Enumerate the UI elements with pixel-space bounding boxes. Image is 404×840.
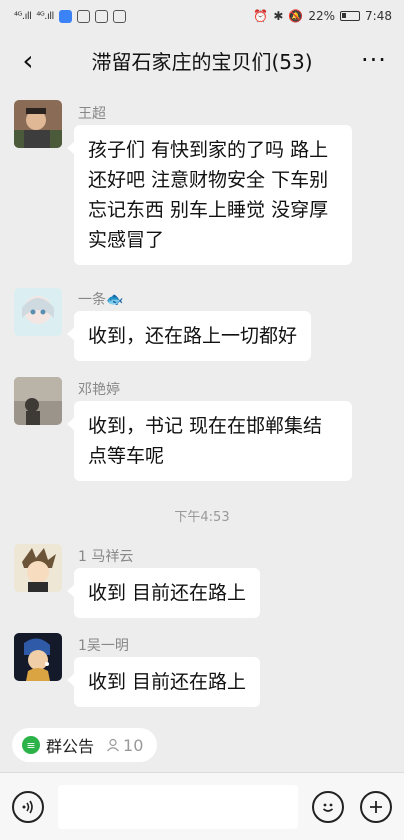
message-bubble[interactable]: 收到 目前还在路上 [66, 568, 261, 618]
plus-icon [370, 801, 382, 813]
status-right: ⏰ ✱ 🔕 22% 7:48 [253, 9, 392, 23]
more-button[interactable]: ··· [356, 42, 392, 78]
app-notification-icon [58, 9, 72, 23]
battery-percent: 22% [308, 9, 336, 23]
input-bar [0, 772, 404, 840]
avatar[interactable] [14, 100, 62, 148]
voice-button[interactable] [12, 791, 44, 823]
message-input[interactable] [58, 785, 298, 829]
announcement-button[interactable]: ≡ 群公告 10 [12, 728, 158, 762]
alarm-icon: ⏰ [253, 9, 269, 23]
message-bubble[interactable]: 收到，书记 现在在邯郸集结点等车呢 [67, 401, 352, 481]
avatar[interactable] [14, 633, 62, 681]
heart-notification-icon [76, 9, 90, 23]
chat-title: 滞留石家庄的宝贝们(53) [91, 49, 313, 74]
mute-icon: 🔕 [288, 9, 304, 23]
bluetooth-icon: ✱ [273, 9, 284, 23]
clock: 7:48 [365, 9, 392, 23]
timestamp: 下午4:53 [174, 510, 230, 525]
sender-name: 一条🐟 [78, 292, 124, 308]
sender-name: 1吴一明 [78, 638, 129, 654]
sender-name: 1 马祥云 [78, 549, 134, 565]
person-icon [107, 738, 119, 752]
sender-name: 王超 [78, 106, 106, 122]
announcement-row: ≡ 群公告 10 [0, 718, 404, 772]
announcement-icon: ≡ [22, 736, 40, 754]
announcement-count: 10 [106, 736, 143, 755]
avatar[interactable] [14, 544, 62, 592]
more-icon: ··· [361, 46, 387, 74]
avatar[interactable] [14, 377, 62, 425]
announcement-count-value: 10 [123, 735, 144, 755]
message-bubble[interactable]: 孩子们 有快到家的了吗 路上还好吧 注意财物安全 下车别忘记东西 别车上睡觉 没… [67, 125, 352, 265]
shield-notification-icon [94, 9, 108, 23]
avatar[interactable] [14, 288, 62, 336]
signal-icon-2: ⁴ᴳ.ıll [36, 10, 54, 22]
emoji-button[interactable] [312, 791, 344, 823]
message-bubble[interactable]: 收到 目前还在路上 [66, 657, 261, 707]
message-bubble[interactable]: 收到，还在路上一切都好 [66, 311, 312, 361]
status-left: ⁴ᴳ.ıll ⁴ᴳ.ıll [14, 9, 126, 23]
announcement-label: 群公告 [46, 737, 95, 756]
signal-icon-1: ⁴ᴳ.ıll [14, 10, 32, 22]
title-bar: ‹ 滞留石家庄的宝贝们(53) ··· [0, 32, 404, 88]
plus-button[interactable] [360, 791, 392, 823]
sender-name: 邓艳婷 [78, 382, 120, 398]
voice-icon [22, 800, 33, 814]
status-bar: ⁴ᴳ.ıll ⁴ᴳ.ıll ⏰ ✱ 🔕 22% 7:48 [0, 0, 404, 32]
chat-notification-icon [112, 9, 126, 23]
emoji-icon [322, 803, 334, 812]
battery-icon [340, 11, 361, 21]
